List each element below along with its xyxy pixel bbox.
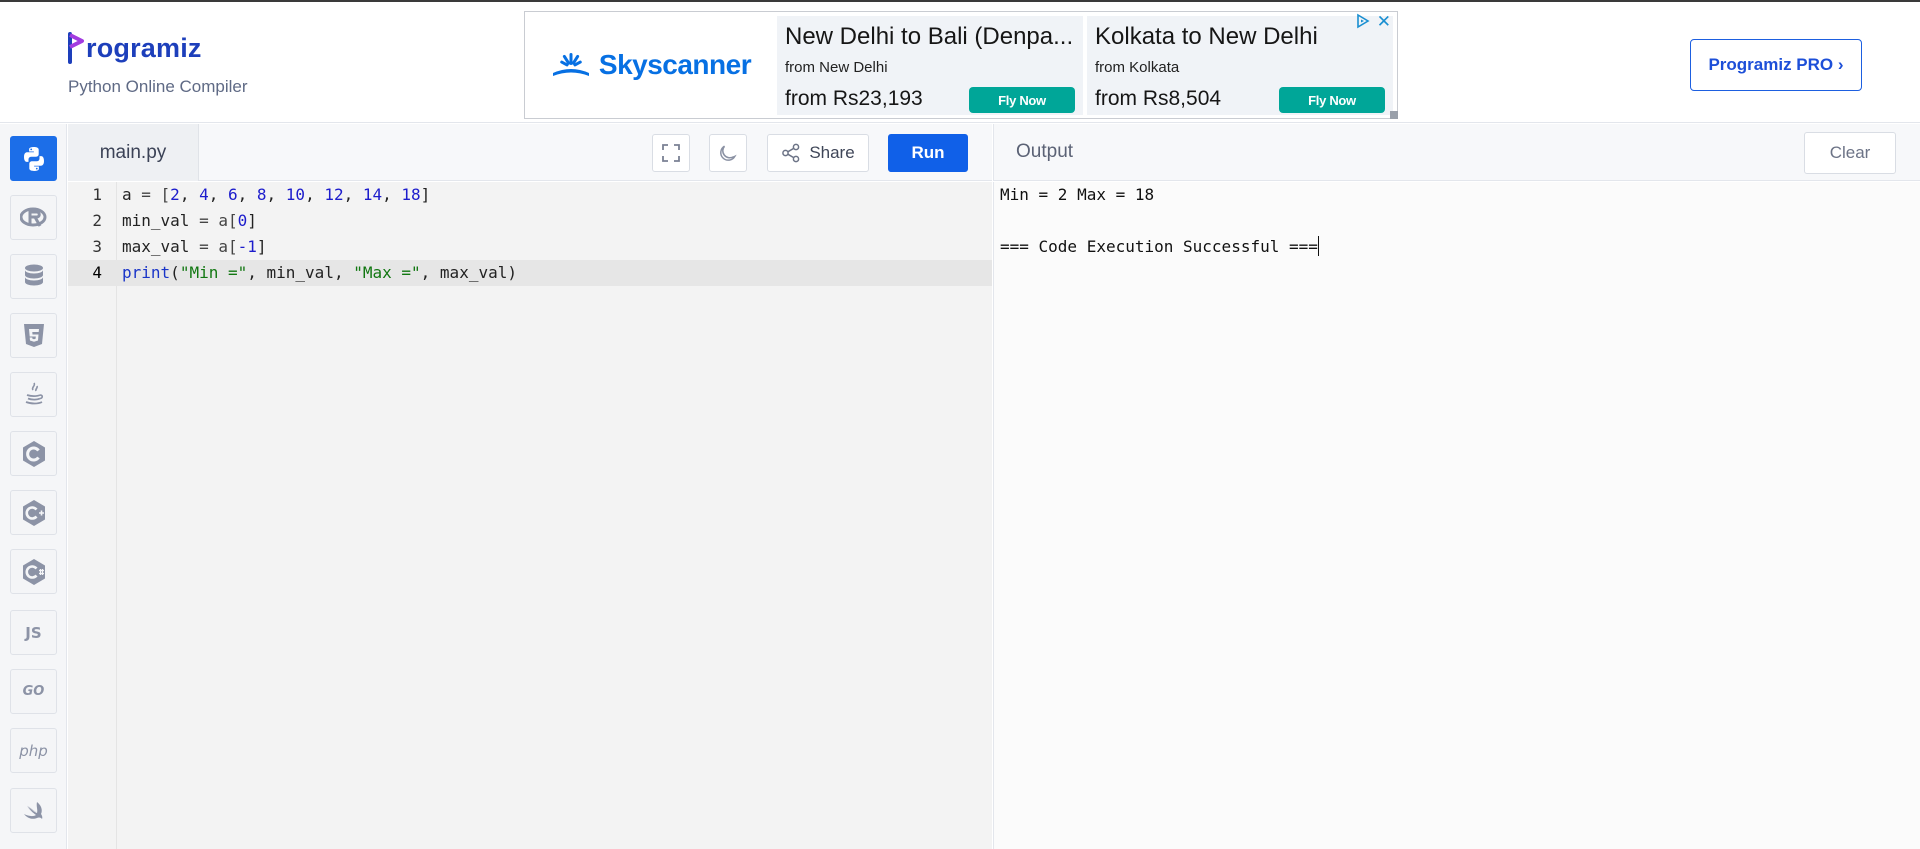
ad-corner-marker [1390, 111, 1398, 119]
moon-icon [720, 145, 737, 161]
csharp-icon[interactable] [10, 549, 57, 594]
top-header: rogramiz Python Online Compiler Skyscann… [0, 0, 1920, 123]
output-console[interactable]: Min = 2 Max = 18 === Code Execution Succ… [993, 182, 1920, 849]
file-tab-main[interactable]: main.py [68, 124, 199, 181]
fullscreen-button[interactable] [652, 134, 690, 172]
ad-card-title[interactable]: New Delhi to Bali (Denpa... [785, 23, 1081, 51]
js-icon[interactable]: JS [10, 610, 57, 655]
programiz-logo-icon [68, 32, 88, 64]
output-header: Output Clear [993, 124, 1920, 181]
ad-card-title[interactable]: Kolkata to New Delhi [1095, 23, 1391, 51]
adchoices-icon[interactable] [1355, 13, 1371, 29]
ad-card-price: from Rs8,504 [1095, 87, 1222, 110]
brand-name: rogramiz [86, 32, 202, 63]
line-number: 2 [92, 211, 102, 230]
go-icon[interactable]: GO [10, 669, 57, 714]
page-subtitle: Python Online Compiler [68, 77, 248, 96]
share-button[interactable]: Share [767, 134, 869, 172]
code-line[interactable]: 2 min_val = a[0] [68, 208, 992, 234]
fly-now-button[interactable]: Fly Now [969, 87, 1075, 113]
line-number: 3 [92, 237, 102, 256]
fly-now-button[interactable]: Fly Now [1279, 87, 1385, 113]
python-icon[interactable] [10, 136, 57, 181]
ad-card[interactable]: Kolkata to New Delhi from Kolkata from R… [1087, 16, 1393, 115]
c-icon[interactable] [10, 431, 57, 476]
cplusplus-icon[interactable] [10, 490, 57, 535]
html5-icon[interactable] [10, 313, 57, 358]
programiz-logo[interactable]: rogramiz [68, 32, 202, 64]
code-line[interactable]: 1 a = [2, 4, 6, 8, 10, 12, 14, 18] [68, 182, 992, 208]
code-text[interactable]: min_val = a[0] [122, 208, 257, 234]
code-line-current[interactable]: 4 print("Min =", min_val, "Max =", max_v… [68, 260, 992, 286]
ad-card[interactable]: New Delhi to Bali (Denpa... from New Del… [777, 16, 1083, 115]
ad-card-origin: from Kolkata [1095, 59, 1180, 76]
fullscreen-icon [662, 144, 680, 162]
r-icon[interactable] [10, 195, 57, 240]
php-label: php [19, 741, 48, 760]
theme-toggle-button[interactable] [709, 134, 747, 172]
ad-card-origin: from New Delhi [785, 59, 888, 76]
output-title: Output [1016, 141, 1074, 162]
share-label: Share [809, 143, 855, 162]
ad-banner[interactable]: Skyscanner New Delhi to Bali (Denpa... f… [524, 11, 1398, 119]
ad-close-icon[interactable]: ✕ [1377, 12, 1391, 32]
text-caret [1317, 236, 1319, 256]
code-text[interactable]: max_val = a[-1] [122, 234, 267, 260]
code-editor[interactable]: 1 a = [2, 4, 6, 8, 10, 12, 14, 18] 2 min… [68, 182, 992, 849]
line-number: 1 [92, 185, 102, 204]
run-button[interactable]: Run [888, 134, 968, 172]
code-text[interactable]: print("Min =", min_val, "Max =", max_val… [122, 260, 517, 286]
share-icon [782, 143, 800, 163]
code-line[interactable]: 3 max_val = a[-1] [68, 234, 992, 260]
js-label: JS [25, 623, 42, 642]
language-sidebar: JS GO php [0, 124, 67, 849]
editor-toolbar: main.py Share Run [68, 124, 992, 181]
ad-brand-text: Skyscanner [598, 49, 752, 80]
swift-icon[interactable] [10, 788, 57, 833]
output-line: === Code Execution Successful === [1000, 236, 1319, 256]
output-line: Min = 2 Max = 18 [1000, 185, 1155, 204]
sql-database-icon[interactable] [10, 254, 57, 299]
code-text[interactable]: a = [2, 4, 6, 8, 10, 12, 14, 18] [122, 182, 430, 208]
clear-button[interactable]: Clear [1804, 132, 1896, 174]
skyscanner-sun-icon [552, 53, 589, 76]
php-icon[interactable]: php [10, 728, 57, 773]
ad-card-price: from Rs23,193 [785, 87, 923, 110]
line-number: 4 [92, 263, 102, 282]
java-icon[interactable] [10, 372, 57, 417]
ad-brand[interactable]: Skyscanner [525, 12, 775, 118]
programiz-pro-button[interactable]: Programiz PRO › [1690, 39, 1862, 91]
go-label: GO [22, 684, 45, 699]
